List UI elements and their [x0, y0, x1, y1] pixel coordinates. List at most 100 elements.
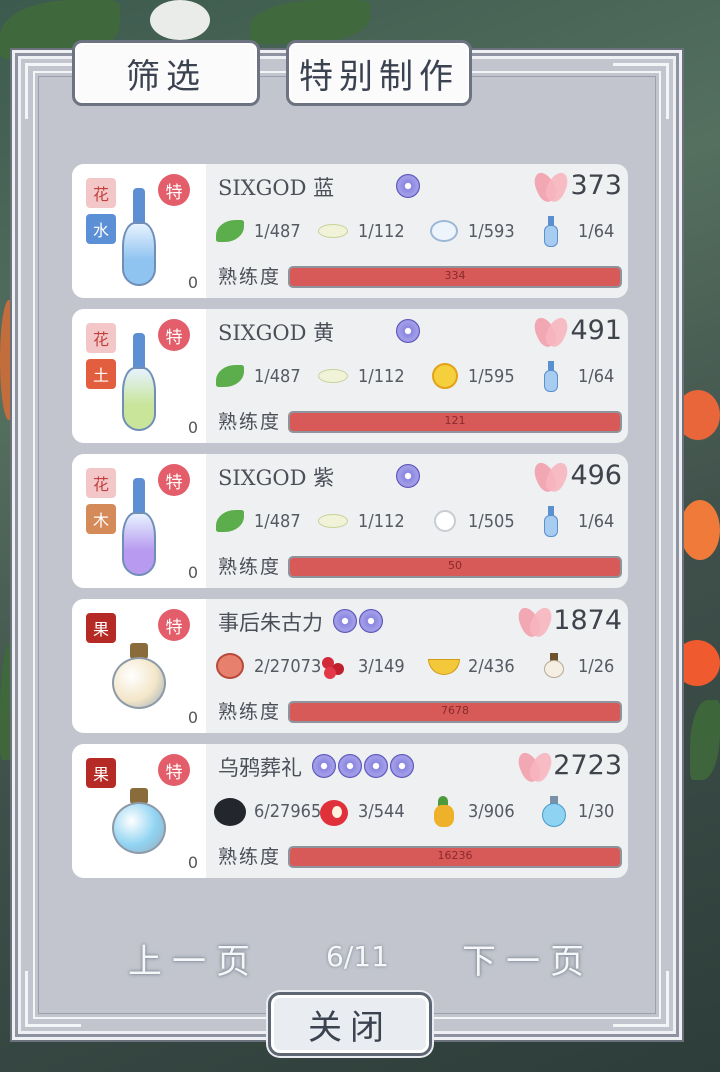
ingredient: 1/64 [536, 504, 614, 538]
ingredient-list: 1/487 1/112 1/505 1/64 [212, 504, 628, 538]
recipe-card[interactable]: 花水 特 0 SIXGOD 蓝 373 1/487 1/112 1/593 1/… [72, 164, 628, 298]
quality-flower-icon [396, 464, 420, 488]
ingredient-stock: 1/64 [578, 220, 615, 242]
prev-page-button[interactable]: 上一页 [128, 934, 260, 983]
proficiency-bar: 16236 [288, 846, 622, 868]
ingredient-stock: 1/505 [468, 510, 515, 532]
element-tag: 花 [86, 178, 116, 208]
ornament-corner [25, 971, 81, 1027]
ingredient: 1/487 [212, 359, 301, 393]
owned-count: 0 [187, 853, 198, 872]
element-tag: 木 [86, 504, 116, 534]
ingredient: 3/906 [426, 794, 515, 828]
mint-leaf-icon [212, 506, 248, 536]
recipe-card[interactable]: 花土 特 0 SIXGOD 黄 491 1/487 1/112 1/595 1/… [72, 309, 628, 443]
quality-flower-icon [390, 754, 414, 778]
owned-count: 0 [187, 273, 198, 292]
tab-special-craft[interactable]: 特别制作 [286, 40, 472, 106]
perfume-bottle-icon [110, 788, 168, 856]
ingredient-list: 6/27965 3/544 3/906 1/30 [212, 794, 628, 828]
round-bottle-icon [536, 796, 572, 827]
recipe-thumbnail: 花木 特 0 [72, 454, 206, 588]
quality-flower-icon [396, 174, 420, 198]
special-badge: 特 [158, 464, 190, 496]
recipe-price: 1874 [553, 605, 622, 636]
perfume-bottle-icon [110, 643, 168, 711]
ingredient: 3/149 [316, 649, 405, 683]
element-tag: 果 [86, 758, 116, 788]
ingredient-stock: 1/487 [254, 220, 301, 242]
recipe-card[interactable]: 果 特 0 乌鸦葬礼 2723 6/27965 3/544 3/906 1/30 [72, 744, 628, 878]
special-badge: 特 [158, 319, 190, 351]
ingredient: 6/27965 [212, 794, 321, 828]
ingredient-stock: 6/27965 [254, 800, 322, 822]
proficiency-value: 16236 [437, 849, 473, 862]
recipe-card[interactable]: 果 特 0 事后朱古力 1874 2/27073 3/149 2/436 1/2… [72, 599, 628, 733]
ingredient: 1/64 [536, 214, 614, 248]
ingredient: 3/544 [316, 794, 405, 828]
element-tag: 水 [86, 214, 116, 244]
ingredient-stock: 2/27073 [254, 655, 322, 677]
heart-petal-icon [530, 459, 572, 496]
ingredient: 1/595 [426, 359, 515, 393]
perfume-bottle-icon [122, 333, 156, 431]
quality-flower-icon [396, 319, 420, 343]
ingredient: 1/26 [536, 649, 614, 683]
white-flower-icon [426, 216, 462, 246]
recipe-thumbnail: 果 特 0 [72, 744, 206, 878]
apple-icon [316, 796, 352, 826]
recipe-price: 496 [570, 460, 622, 491]
proficiency-label: 熟练度 [218, 266, 282, 288]
ingredient: 1/487 [212, 504, 301, 538]
element-tag: 果 [86, 613, 116, 643]
lily-icon [316, 361, 352, 391]
proficiency-label: 熟练度 [218, 411, 282, 433]
ingredient-stock: 1/112 [358, 220, 405, 242]
rose-icon [212, 651, 248, 681]
ingredient-stock: 2/436 [468, 655, 515, 677]
special-badge: 特 [158, 609, 190, 641]
perfume-bottle-icon [122, 188, 156, 286]
quality-flower-icon [364, 754, 388, 778]
ornament-corner [613, 971, 669, 1027]
ingredient: 1/593 [426, 214, 515, 248]
ingredient-stock: 1/26 [578, 655, 615, 677]
ingredient-list: 1/487 1/112 1/595 1/64 [212, 359, 628, 393]
special-badge: 特 [158, 174, 190, 206]
tab-filter[interactable]: 筛选 [72, 40, 260, 106]
ingredient-stock: 3/906 [468, 800, 515, 822]
black-rose-icon [212, 796, 248, 826]
ingredient-stock: 1/487 [254, 365, 301, 387]
perfume-bottle-icon [122, 478, 156, 576]
ingredient: 1/30 [536, 794, 614, 828]
proficiency-value: 334 [444, 269, 466, 282]
recipe-thumbnail: 花土 特 0 [72, 309, 206, 443]
mint-leaf-icon [212, 361, 248, 391]
close-button[interactable]: 关闭 [268, 992, 432, 1056]
pineapple-icon [426, 796, 462, 827]
element-tag: 花 [86, 468, 116, 498]
recipe-card[interactable]: 花木 特 0 SIXGOD 紫 496 1/487 1/112 1/505 1/… [72, 454, 628, 588]
recipe-name: SIXGOD 紫 [218, 466, 335, 490]
yellow-flower-icon [426, 361, 462, 391]
blue-bottle-icon [536, 506, 572, 537]
small-bottle-icon [536, 651, 572, 681]
ingredient-stock: 1/112 [358, 365, 405, 387]
owned-count: 0 [187, 708, 198, 727]
blue-bottle-icon [536, 361, 572, 392]
ingredient-stock: 1/64 [578, 365, 615, 387]
recipe-thumbnail: 花水 特 0 [72, 164, 206, 298]
heart-petal-icon [514, 604, 556, 641]
ingredient-stock: 1/595 [468, 365, 515, 387]
quality-flower-icon [312, 754, 336, 778]
ingredient: 1/112 [316, 214, 405, 248]
ingredient-list: 1/487 1/112 1/593 1/64 [212, 214, 628, 248]
recipe-price: 373 [570, 170, 622, 201]
ingredient-stock: 1/64 [578, 510, 615, 532]
proficiency-bar: 121 [288, 411, 622, 433]
lily-icon [316, 506, 352, 536]
ornament-corner [613, 63, 669, 119]
ingredient-stock: 3/544 [358, 800, 405, 822]
next-page-button[interactable]: 下一页 [462, 934, 594, 983]
quality-flower-icon [338, 754, 362, 778]
